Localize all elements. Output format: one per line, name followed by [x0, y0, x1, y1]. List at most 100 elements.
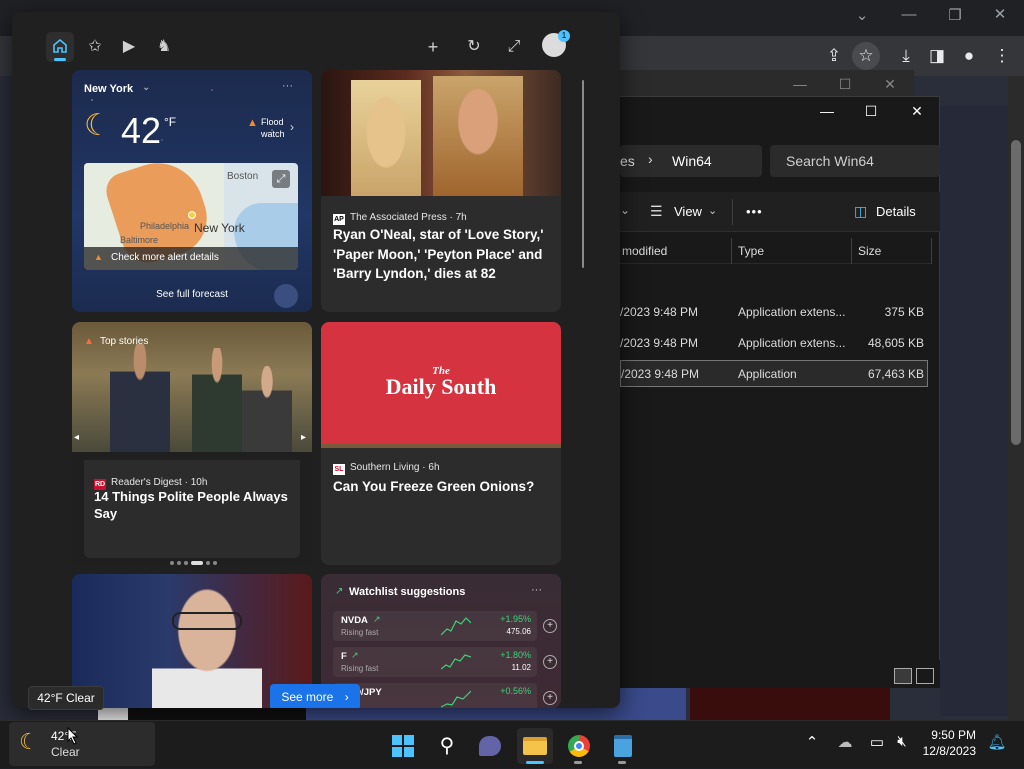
view-button[interactable]: View	[674, 204, 702, 219]
sidebar-icon[interactable]: ◨	[923, 42, 951, 70]
table-row[interactable]: /2023 9:48 PM Application extens... 375 …	[620, 302, 928, 322]
tab-search-icon[interactable]: ⌄	[852, 6, 872, 24]
chevron-down-icon: ⌄	[708, 205, 718, 217]
more-options-button[interactable]: ···	[531, 584, 542, 596]
notification-bell-icon[interactable]: 🔔︎	[986, 733, 1008, 751]
volume-muted-icon[interactable]: 🔇︎	[891, 733, 913, 750]
column-header-modified[interactable]: modified	[622, 244, 667, 258]
taskbar-search-button[interactable]: ⚲	[429, 728, 465, 764]
add-stock-button[interactable]: +	[543, 619, 557, 633]
pager-dot-active[interactable]	[190, 561, 203, 565]
back-window-minimize[interactable]: —	[780, 76, 820, 92]
details-view-button[interactable]	[894, 668, 912, 684]
news-card-southern-living[interactable]: The Daily South SL Southern Living · 6h C…	[321, 322, 561, 565]
menu-icon[interactable]: ⋮	[988, 42, 1016, 70]
see-full-forecast-button[interactable]: See full forecast	[132, 289, 252, 309]
following-tab[interactable]: ✩	[82, 34, 108, 60]
clock[interactable]: 9:50 PM 12/8/2023	[918, 728, 976, 758]
download-icon[interactable]: ⤓	[892, 42, 920, 70]
alert-details-bar[interactable]: ▲ Check more alert details	[84, 247, 298, 270]
column-header-size[interactable]: Size	[858, 244, 881, 258]
news-card-ap[interactable]: AP The Associated Press · 7h Ryan O'Neal,…	[321, 70, 561, 312]
column-header-type[interactable]: Type	[738, 244, 764, 258]
taskbar-chrome-button[interactable]	[561, 728, 597, 764]
games-tab[interactable]: ♞	[151, 34, 177, 60]
carousel-next-icon[interactable]: ▸	[301, 432, 306, 443]
back-window-close[interactable]: ✕	[870, 76, 910, 93]
add-widget-button[interactable]: +	[420, 34, 446, 60]
refresh-button[interactable]: ↻	[461, 34, 487, 60]
stock-change: +1.95%	[500, 614, 531, 624]
news-headline[interactable]: Ryan O'Neal, star of 'Love Story,' 'Pape…	[333, 225, 555, 284]
divider	[931, 238, 932, 264]
expand-map-icon[interactable]: ⤢	[272, 170, 290, 188]
expand-button[interactable]: ⤢	[501, 34, 527, 60]
more-options-button[interactable]: •••	[746, 204, 763, 219]
alert-details-link[interactable]: Check more alert details	[111, 252, 219, 263]
chevron-down-icon[interactable]: ⌄	[142, 82, 150, 93]
weather-widget[interactable]: New York ⌄ ··· ☾ 42 °F ▲ Flood watch › B…	[72, 70, 312, 312]
breadcrumb-current[interactable]: Win64	[672, 153, 712, 169]
breadcrumb-partial[interactable]: es	[620, 153, 635, 169]
star-icon[interactable]: ☆	[852, 42, 880, 70]
carousel-prev-icon[interactable]: ◂	[74, 432, 79, 443]
network-icon[interactable]: ▭	[866, 733, 888, 751]
chevron-down-icon[interactable]: ⌄	[620, 203, 630, 217]
avatar[interactable]: 1	[542, 30, 570, 57]
cell-size: 48,605 KB	[867, 336, 924, 350]
pager-dot[interactable]	[205, 561, 210, 565]
flood-watch-alert[interactable]: Flood watch	[261, 116, 291, 140]
share-icon[interactable]: ⇪	[820, 42, 848, 70]
search-input[interactable]: Search Win64	[770, 145, 940, 177]
explorer-close-button[interactable]: ✕	[897, 103, 937, 120]
tiles-view-button[interactable]	[916, 668, 934, 684]
glasses-shape	[172, 612, 242, 630]
taskbar-weather-button[interactable]: ☾ 42°F Clear	[9, 722, 155, 766]
pager-dot[interactable]	[183, 561, 188, 565]
weather-location[interactable]: New York	[84, 83, 133, 95]
more-options-button[interactable]: ···	[282, 80, 293, 92]
person-silhouette	[433, 76, 523, 196]
pager-dot[interactable]	[169, 561, 174, 565]
address-bar[interactable]: es › Win64	[620, 145, 762, 177]
back-window-maximize[interactable]: ☐	[825, 76, 865, 93]
watch-tab[interactable]: ▶	[116, 34, 142, 60]
weather-feedback-icon[interactable]	[274, 284, 298, 308]
home-tab[interactable]	[46, 32, 74, 62]
top-stories-card[interactable]: ▲ Top stories ◂ ▸ RD Reader's Digest · 10…	[72, 322, 312, 565]
table-row[interactable]: /2023 9:48 PM Application extens... 48,6…	[620, 333, 928, 353]
panel-scrollbar[interactable]	[582, 80, 584, 268]
image-edge	[321, 444, 561, 448]
stock-row[interactable]: NVDA ↗ Rising fast +1.95% 475.06	[333, 611, 537, 641]
pager-dot[interactable]	[176, 561, 181, 565]
close-button[interactable]: ✕	[990, 5, 1010, 23]
news-image	[321, 70, 561, 196]
see-more-button[interactable]: See more ›	[270, 684, 360, 708]
carousel-pager[interactable]	[168, 552, 218, 565]
taskbar-notepad-button[interactable]	[605, 728, 641, 764]
divider	[731, 238, 732, 264]
news-headline[interactable]: Can You Freeze Green Onions?	[333, 477, 555, 497]
pager-dot[interactable]	[212, 561, 217, 565]
top-story-body[interactable]: RD Reader's Digest · 10h 14 Things Polite…	[84, 460, 300, 558]
restore-button[interactable]: ❐	[945, 6, 965, 24]
news-headline[interactable]: 14 Things Polite People Always Say	[94, 488, 294, 522]
taskbar-file-explorer-button[interactable]	[517, 728, 553, 764]
minimize-button[interactable]: —	[899, 6, 919, 23]
scrollbar-thumb[interactable]	[1011, 140, 1021, 445]
onedrive-icon[interactable]: ☁	[834, 733, 856, 751]
profile-icon[interactable]: ●	[955, 42, 983, 70]
stock-row[interactable]: F ↗ Rising fast +1.80% 11.02	[333, 647, 537, 677]
taskbar-chat-button[interactable]	[472, 728, 508, 764]
person-silhouette	[110, 344, 170, 452]
explorer-minimize-button[interactable]: —	[807, 103, 847, 119]
add-stock-button[interactable]: +	[543, 691, 557, 705]
explorer-maximize-button[interactable]: ☐	[851, 103, 891, 120]
stock-change: +1.80%	[500, 650, 531, 660]
details-button[interactable]: Details	[876, 204, 916, 219]
add-stock-button[interactable]: +	[543, 655, 557, 669]
start-button[interactable]	[385, 728, 421, 764]
table-row-selected[interactable]: /2023 9:48 PM Application 67,463 KB	[620, 360, 928, 387]
stock-row[interactable]: USD/JPY +0.56%	[333, 683, 537, 708]
show-hidden-icons-button[interactable]: ⌃	[801, 733, 823, 751]
